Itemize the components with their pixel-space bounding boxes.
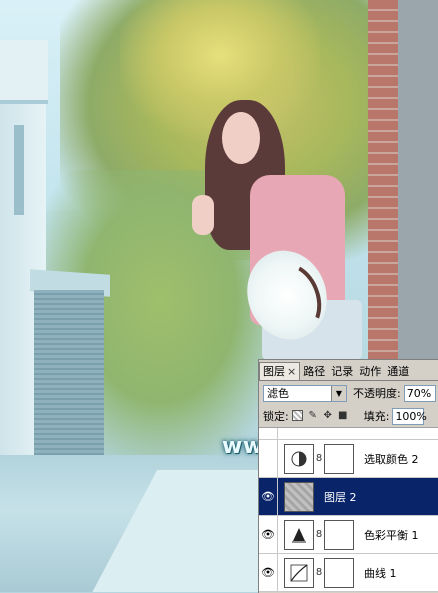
panel-tabs: 图层 × 路径 记录 动作 通道 [259,360,438,381]
selective-color-icon [291,451,307,466]
adjustment-thumbnail [284,557,314,588]
tab-label: 图层 [263,365,285,378]
eye-icon[interactable]: 👁 [259,478,278,515]
color-balance-icon [292,527,306,542]
adjustment-thumbnail [284,443,314,474]
visibility-toggle[interactable] [259,440,278,477]
close-icon[interactable]: × [287,363,296,380]
layer-mask-thumbnail[interactable] [324,443,354,474]
link-icon: 8 [315,529,323,540]
adjustment-thumbnail [284,519,314,550]
layer-name: 曲线 1 [364,566,397,580]
lock-position-move-icon[interactable]: ✥ [322,410,334,422]
model-face [222,112,260,164]
building-roof [0,40,48,104]
opacity-label: 不透明度: [353,387,401,400]
building-window [14,125,24,215]
canvas-edge [398,0,438,360]
brick-wall [368,0,398,360]
layer-name: 色彩平衡 1 [364,528,419,542]
curves-icon [290,564,308,581]
lock-transparency-icon[interactable] [292,410,304,422]
tab-history[interactable]: 记录 [328,363,356,380]
tab-layers[interactable]: 图层 × [259,362,301,380]
lock-all-padlock-icon[interactable]: ■ [337,410,349,422]
pixel-layer-thumbnail [284,481,314,512]
layer-row-curves-1[interactable]: 👁 8 曲线 1 [259,554,438,592]
tab-paths[interactable]: 路径 [300,363,328,380]
layer-mask-thumbnail[interactable] [324,557,354,588]
layer-row[interactable] [259,428,438,440]
link-icon: 8 [315,453,323,464]
lock-image-brush-icon[interactable]: ✎ [307,410,319,422]
fill-label: 填充: [363,410,390,423]
layer-mask-thumbnail[interactable] [324,519,354,550]
model-hand [192,195,214,235]
layers-list: 8 选取颜色 2 👁 图层 2 👁 8 色彩平衡 1 👁 8 曲线 1 [259,428,438,592]
fill-field[interactable]: 100% [392,407,427,425]
layers-panel: 图层 × 路径 记录 动作 通道 滤色 ▼ 不透明度: 70% 锁定: ✎ ✥ … [258,359,438,593]
layer-row-layer-2[interactable]: 👁 图层 2 [259,478,438,516]
lock-row: 锁定: ✎ ✥ ■ 填充: 100% [259,405,438,428]
link-icon: 8 [315,567,323,578]
visibility-toggle[interactable] [259,428,278,439]
eye-icon[interactable]: 👁 [259,554,278,591]
tab-channels[interactable]: 通道 [384,363,412,380]
lock-label: 锁定: [263,410,289,423]
layer-row-selective-color-2[interactable]: 8 选取颜色 2 [259,440,438,478]
opacity-field[interactable]: 70% [403,384,436,402]
layer-name: 图层 2 [324,490,357,504]
tab-actions[interactable]: 动作 [356,363,384,380]
blend-row: 滤色 ▼ 不透明度: 70% [259,381,438,405]
blend-mode-select[interactable]: 滤色 ▼ [263,384,347,402]
garage-shutter [34,290,104,455]
layer-name: 选取颜色 2 [364,452,419,466]
blend-mode-value: 滤色 [267,387,289,400]
eye-icon[interactable]: 👁 [259,516,278,553]
layer-row-color-balance-1[interactable]: 👁 8 色彩平衡 1 [259,516,438,554]
chevron-down-icon[interactable]: ▼ [331,385,346,401]
